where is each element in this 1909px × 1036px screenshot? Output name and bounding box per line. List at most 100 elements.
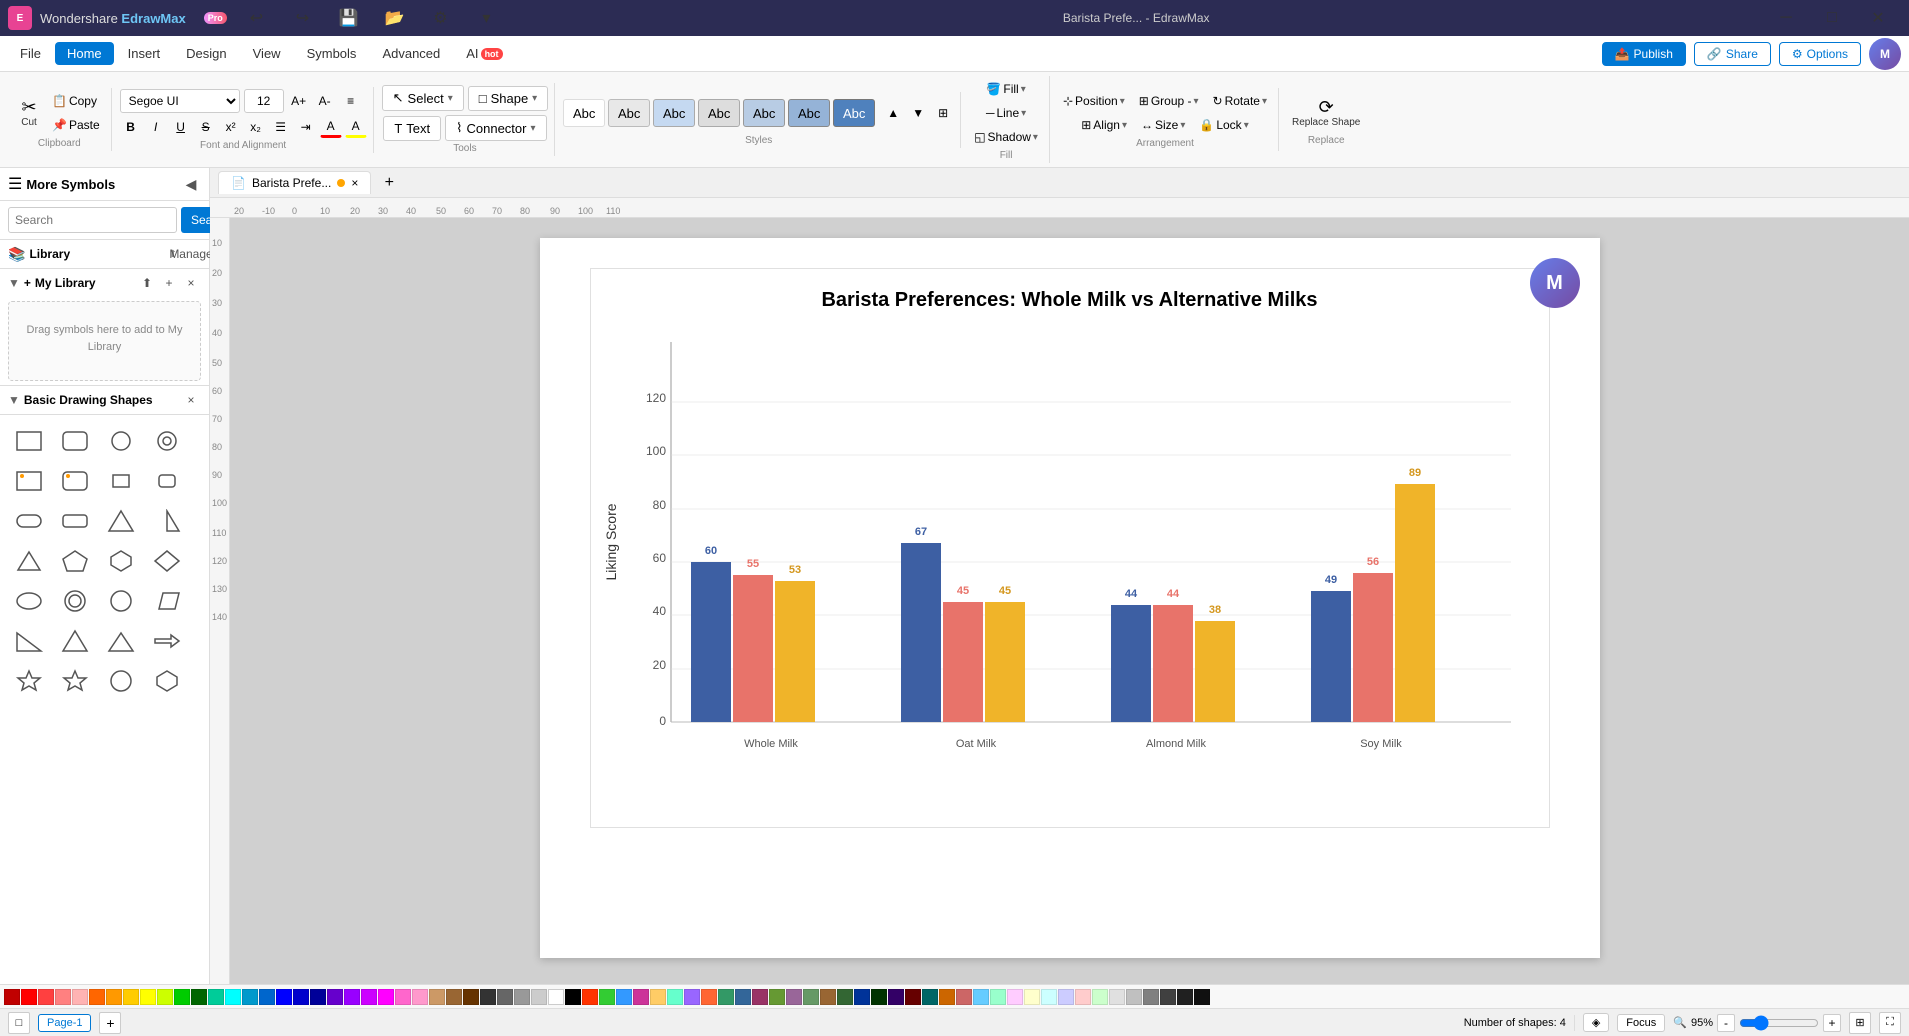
style-6[interactable]: Abc [788,99,830,127]
menu-insert[interactable]: Insert [116,42,173,65]
shape-right-triangle-2[interactable] [8,623,50,659]
bar-g4-pink[interactable] [1353,573,1393,722]
copy-button[interactable]: 📋 Copy [47,90,105,112]
shape-triangle-hollow[interactable] [8,543,50,579]
bar-g1-blue[interactable] [691,562,731,722]
color-swatch[interactable] [4,989,20,1005]
color-swatch[interactable] [378,989,394,1005]
shape-triangle[interactable] [100,503,142,539]
bar-g3-yellow[interactable] [1195,621,1235,722]
color-swatch[interactable] [990,989,1006,1005]
color-swatch[interactable] [38,989,54,1005]
color-swatch[interactable] [752,989,768,1005]
shape-ring[interactable] [54,583,96,619]
color-swatch[interactable] [1194,989,1210,1005]
shape-hex-2[interactable] [146,663,188,699]
redo-button[interactable]: ↪ [279,0,325,36]
text-button[interactable]: T Text [383,116,441,141]
color-swatch[interactable] [565,989,581,1005]
canvas-tab-1[interactable]: 📄 Barista Prefe... × [218,171,371,194]
color-swatch[interactable] [548,989,564,1005]
font-size-input[interactable] [244,89,284,113]
color-swatch[interactable] [89,989,105,1005]
lock-button[interactable]: 🔒 Lock ▾ [1194,114,1253,136]
color-swatch[interactable] [633,989,649,1005]
page-tab-1[interactable]: Page-1 [38,1014,91,1032]
shape-round-rectangle[interactable] [54,423,96,459]
italic-button[interactable]: I [145,116,167,138]
color-swatch[interactable] [939,989,955,1005]
maximize-button[interactable]: □ [1809,0,1855,36]
color-swatch[interactable] [344,989,360,1005]
color-swatch[interactable] [55,989,71,1005]
color-swatch[interactable] [684,989,700,1005]
color-swatch[interactable] [157,989,173,1005]
color-swatch[interactable] [1109,989,1125,1005]
more-button[interactable]: ▾ [463,0,509,36]
color-swatch[interactable] [412,989,428,1005]
color-swatch[interactable] [225,989,241,1005]
connector-button[interactable]: ⌇ Connector ▾ [445,115,546,141]
search-input[interactable] [8,207,177,233]
color-swatch[interactable] [191,989,207,1005]
rotate-button[interactable]: ↻ Rotate ▾ [1208,90,1272,112]
color-swatch[interactable] [582,989,598,1005]
color-swatch[interactable] [429,989,445,1005]
page-toggle-button[interactable]: □ [8,1012,30,1034]
color-swatch[interactable] [72,989,88,1005]
my-library-export-button[interactable]: ⬆ [137,273,157,293]
color-swatch[interactable] [531,989,547,1005]
color-swatch[interactable] [174,989,190,1005]
my-library-close-button[interactable]: × [181,273,201,293]
strikethrough-button[interactable]: S [195,116,217,138]
color-swatch[interactable] [1126,989,1142,1005]
menu-home[interactable]: Home [55,42,114,65]
bar-g4-blue[interactable] [1311,591,1351,722]
bar-g2-yellow[interactable] [985,602,1025,722]
menu-design[interactable]: Design [174,42,238,65]
bar-g1-pink[interactable] [733,575,773,722]
shape-hexagon[interactable] [100,543,142,579]
group-button[interactable]: ⊞ Group - ▾ [1134,90,1204,112]
bg-color-button[interactable]: A [345,116,367,138]
shape-arrow-shape[interactable] [146,623,188,659]
add-tab-button[interactable]: + [377,171,401,195]
shape-square-dot[interactable] [8,463,50,499]
shape-stadium[interactable] [8,503,50,539]
user-avatar[interactable]: M [1869,38,1901,70]
color-swatch[interactable] [497,989,513,1005]
menu-view[interactable]: View [241,42,293,65]
bar-g3-blue[interactable] [1111,605,1151,722]
color-swatch[interactable] [276,989,292,1005]
open-button[interactable]: 📂 [371,0,417,36]
zoom-in-button[interactable]: + [1823,1014,1841,1032]
sidebar-menu-icon[interactable]: ☰ [8,174,22,194]
select-button[interactable]: ↖ Select ▾ [382,85,464,111]
style-2[interactable]: Abc [608,99,650,127]
shape-right-angle-tri[interactable] [100,623,142,659]
color-swatch[interactable] [871,989,887,1005]
publish-button[interactable]: 📤 Publish [1602,42,1686,66]
color-swatch[interactable] [1160,989,1176,1005]
color-swatch[interactable] [446,989,462,1005]
styles-expand[interactable]: ⊞ [932,102,954,124]
bar-g4-yellow[interactable] [1395,484,1435,722]
style-4[interactable]: Abc [698,99,740,127]
shape-parallelogram[interactable] [146,583,188,619]
color-swatch[interactable] [922,989,938,1005]
zoom-out-button[interactable]: - [1717,1014,1735,1032]
color-swatch[interactable] [514,989,530,1005]
shape-rect-rounded-ends[interactable] [54,503,96,539]
color-swatch[interactable] [701,989,717,1005]
add-page-button[interactable]: + [99,1012,121,1034]
font-increase-button[interactable]: A+ [288,90,310,112]
font-decrease-button[interactable]: A- [314,90,336,112]
color-swatch[interactable] [310,989,326,1005]
color-swatch[interactable] [735,989,751,1005]
style-3[interactable]: Abc [653,99,695,127]
shape-small-rect[interactable] [100,463,142,499]
text-color-button[interactable]: A [320,116,342,138]
menu-ai[interactable]: AI hot [454,42,514,65]
color-swatch[interactable] [616,989,632,1005]
styles-scroll-up[interactable]: ▲ [882,102,904,124]
